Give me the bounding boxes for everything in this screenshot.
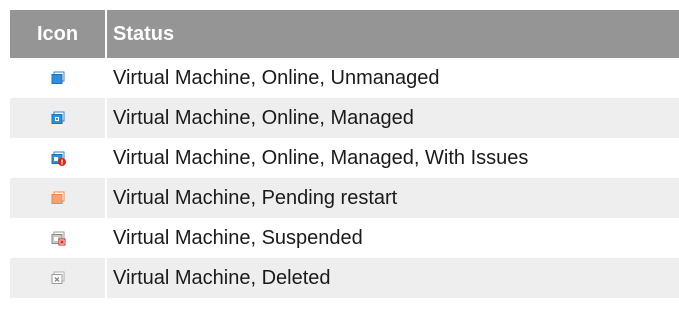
status-label: Virtual Machine, Online, Unmanaged bbox=[113, 66, 440, 89]
icon-cell bbox=[10, 138, 107, 178]
status-column-header: Status bbox=[106, 10, 679, 58]
table-row: Virtual Machine, Online, Managed, With I… bbox=[10, 138, 679, 178]
vm-deleted-icon bbox=[51, 271, 64, 285]
table-row: Virtual Machine, Pending restart bbox=[10, 178, 679, 218]
table-header-row: Icon Status bbox=[10, 10, 679, 58]
status-label: Virtual Machine, Suspended bbox=[113, 226, 363, 249]
status-label: Virtual Machine, Online, Managed, With I… bbox=[113, 146, 529, 169]
vm-pending-restart-icon bbox=[51, 191, 64, 205]
status-label: Virtual Machine, Pending restart bbox=[106, 178, 679, 218]
icon-column-header: Icon bbox=[10, 10, 107, 58]
icon-cell bbox=[10, 58, 107, 98]
icon-cell bbox=[10, 178, 107, 218]
table-row: Virtual Machine, Deleted bbox=[10, 258, 679, 298]
icon-cell bbox=[10, 98, 107, 138]
vm-online-managed-icon bbox=[51, 111, 64, 125]
vm-online-managed-issues-icon bbox=[51, 151, 66, 167]
table-row: Virtual Machine, Online, Managed bbox=[10, 98, 679, 138]
table-row: Virtual Machine, Suspended bbox=[10, 218, 679, 258]
vm-suspended-icon bbox=[51, 231, 65, 246]
vm-online-unmanaged-icon bbox=[51, 71, 64, 85]
status-label: Virtual Machine, Online, Managed bbox=[106, 98, 679, 138]
icon-cell bbox=[10, 218, 107, 258]
icon-cell bbox=[10, 258, 107, 298]
vm-status-legend-table: Icon Status Virtual Machine, Online, Unm… bbox=[10, 10, 679, 298]
table-row: Virtual Machine, Online, Unmanaged bbox=[10, 58, 679, 98]
status-label: Virtual Machine, Deleted bbox=[106, 258, 679, 298]
